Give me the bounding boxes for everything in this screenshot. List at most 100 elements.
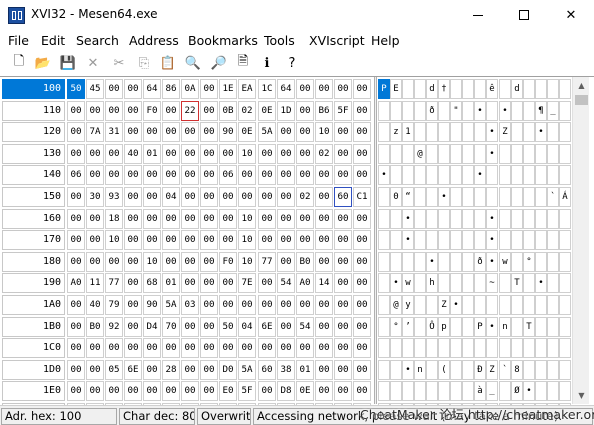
text-char-cell[interactable] [414,317,426,337]
scroll-down-icon[interactable]: ▼ [573,387,590,404]
text-char-cell[interactable]: @ [414,144,426,164]
hex-byte-cell[interactable]: 30 [86,187,104,207]
hex-byte-cell[interactable]: 00 [86,381,104,401]
hex-byte-cell[interactable]: 00 [334,338,352,358]
hex-byte-cell[interactable]: 06 [67,165,85,185]
text-char-cell[interactable] [438,252,450,272]
text-char-cell[interactable] [378,317,390,337]
text-char-cell[interactable]: _ [547,101,559,121]
text-char-cell[interactable] [414,252,426,272]
hex-byte-cell[interactable]: 10 [238,252,256,272]
text-char-cell[interactable] [547,252,559,272]
hex-byte-cell[interactable]: 00 [105,101,123,121]
text-char-cell[interactable] [535,360,547,380]
text-char-cell[interactable]: • [535,273,547,293]
hex-byte-cell[interactable]: 02 [315,144,333,164]
text-char-cell[interactable] [402,144,414,164]
hex-byte-cell[interactable]: 00 [67,144,85,164]
hex-byte-cell[interactable]: 00 [277,230,295,250]
hex-byte-cell[interactable]: 00 [200,165,218,185]
text-char-cell[interactable] [535,338,547,358]
find-next-icon[interactable]: 🔎 [209,53,229,73]
hex-byte-cell[interactable]: 00 [219,338,237,358]
hex-byte-cell[interactable]: 00 [277,144,295,164]
text-char-cell[interactable] [438,273,450,293]
hex-byte-cell[interactable]: 00 [67,360,85,380]
text-char-cell[interactable]: T [511,273,523,293]
hex-byte-cell[interactable]: 00 [124,295,142,315]
text-char-cell[interactable] [402,79,414,99]
text-char-cell[interactable] [390,360,402,380]
text-char-cell[interactable] [547,165,559,185]
hex-byte-cell[interactable]: 00 [162,381,180,401]
scroll-thumb[interactable] [575,95,588,105]
text-char-cell[interactable] [535,381,547,401]
hex-byte-cell[interactable]: 00 [67,295,85,315]
text-char-cell[interactable]: Z [499,122,511,142]
text-char-cell[interactable]: Z [486,360,498,380]
hex-byte-cell[interactable]: D0 [219,360,237,380]
text-char-cell[interactable] [450,79,462,99]
hex-byte-cell[interactable]: 00 [124,209,142,229]
text-char-cell[interactable]: † [438,79,450,99]
hex-byte-cell[interactable]: 00 [315,230,333,250]
text-char-cell[interactable] [426,230,438,250]
text-char-cell[interactable]: • [474,101,486,121]
hex-byte-cell[interactable]: 00 [105,79,123,99]
hex-byte-cell[interactable]: 00 [238,165,256,185]
text-char-cell[interactable] [499,144,511,164]
hex-byte-cell[interactable]: 00 [200,230,218,250]
text-char-cell[interactable] [378,273,390,293]
hex-byte-cell[interactable]: 00 [143,360,161,380]
hex-byte-cell[interactable]: 00 [124,381,142,401]
hex-byte-cell[interactable]: 10 [238,209,256,229]
hex-byte-cell[interactable]: 00 [296,338,314,358]
hex-byte-cell[interactable]: 00 [296,79,314,99]
text-char-cell[interactable] [523,144,535,164]
text-char-cell[interactable]: P [378,79,390,99]
text-char-cell[interactable]: ` [547,187,559,207]
hex-byte-cell[interactable]: 00 [334,165,352,185]
hex-byte-cell[interactable]: E0 [219,381,237,401]
hex-byte-cell[interactable]: 7A [86,122,104,142]
hex-byte-cell[interactable]: D4 [143,317,161,337]
hex-byte-cell[interactable]: 00 [143,381,161,401]
hex-byte-cell[interactable]: EA [238,79,256,99]
menu-item-tools[interactable]: Tools [264,33,295,48]
hex-byte-cell[interactable]: A0 [296,273,314,293]
text-char-cell[interactable] [559,79,571,99]
hex-byte-cell[interactable]: 00 [67,252,85,272]
hex-byte-cell[interactable]: 00 [105,165,123,185]
hex-byte-cell[interactable]: 01 [296,360,314,380]
text-char-cell[interactable]: • [474,165,486,185]
hex-byte-cell[interactable]: 00 [334,360,352,380]
hex-byte-cell[interactable]: 00 [315,317,333,337]
hex-byte-cell[interactable]: 00 [181,209,199,229]
hex-byte-cell[interactable]: 00 [67,317,85,337]
hex-byte-cell[interactable]: 02 [296,187,314,207]
text-char-cell[interactable] [559,295,571,315]
text-char-cell[interactable] [450,252,462,272]
hex-byte-cell[interactable]: 00 [124,317,142,337]
text-char-cell[interactable] [535,79,547,99]
text-char-cell[interactable] [414,381,426,401]
hex-byte-cell[interactable]: 6E [124,360,142,380]
hex-byte-cell[interactable]: 00 [258,338,276,358]
hex-byte-cell[interactable]: 00 [334,144,352,164]
hex-byte-cell[interactable]: 00 [200,338,218,358]
hex-byte-cell[interactable]: 00 [353,338,371,358]
hex-byte-cell[interactable]: 00 [353,273,371,293]
text-char-cell[interactable] [499,79,511,99]
hex-byte-cell[interactable]: 00 [219,144,237,164]
hex-byte-cell[interactable]: 00 [296,295,314,315]
text-char-cell[interactable] [499,209,511,229]
hex-byte-cell[interactable]: 00 [200,360,218,380]
text-char-cell[interactable] [523,79,535,99]
hex-byte-cell[interactable]: 00 [315,295,333,315]
text-char-cell[interactable] [511,144,523,164]
text-char-cell[interactable]: ê [486,79,498,99]
text-char-cell[interactable] [378,144,390,164]
hex-byte-cell[interactable]: 0A [181,79,199,99]
hex-byte-cell[interactable]: 1E [219,79,237,99]
hex-byte-cell[interactable]: 04 [238,317,256,337]
